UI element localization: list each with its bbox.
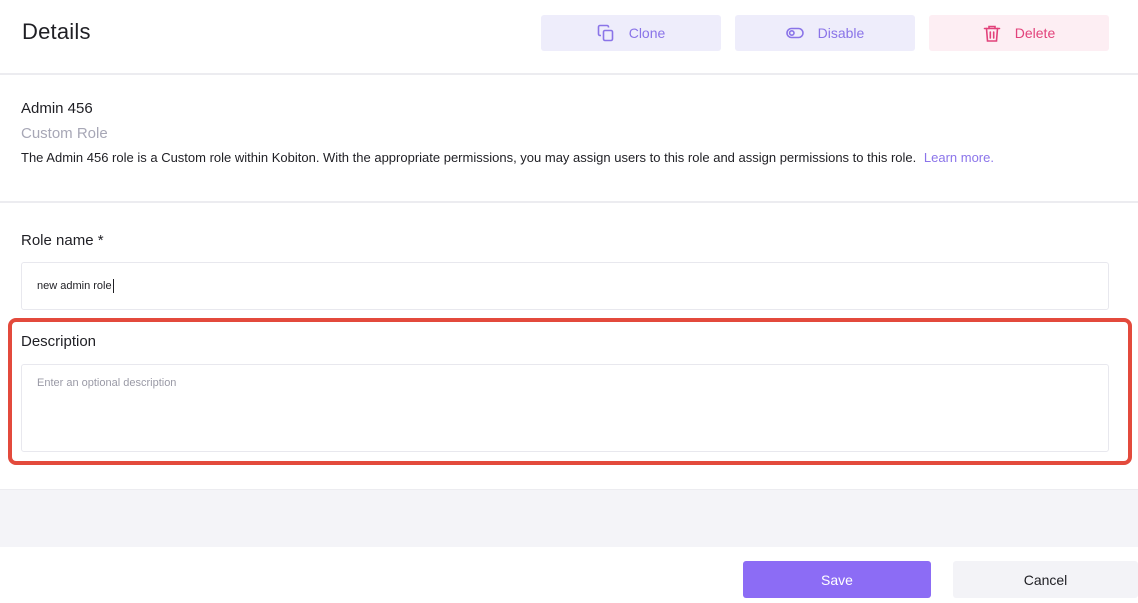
trash-icon (983, 24, 1001, 43)
text-caret (112, 279, 114, 293)
description-textarea[interactable]: Enter an optional description (21, 364, 1109, 452)
role-title: Admin 456 (21, 100, 93, 117)
role-info-section: Admin 456 Custom Role The Admin 456 role… (0, 77, 1138, 203)
toggle-icon (785, 27, 804, 39)
disable-button[interactable]: Disable (735, 15, 915, 51)
role-type: Custom Role (21, 125, 108, 142)
clone-button[interactable]: Clone (541, 15, 721, 51)
page-title: Details (22, 19, 91, 44)
details-header: Details Clone Disable Delete (0, 0, 1138, 75)
clone-label: Clone (628, 25, 666, 41)
role-name-value: new admin role (37, 280, 112, 292)
save-button[interactable]: Save (743, 561, 931, 598)
cancel-button[interactable]: Cancel (953, 561, 1138, 598)
footer-divider-band (0, 489, 1138, 547)
delete-button[interactable]: Delete (929, 15, 1109, 51)
delete-label: Delete (1014, 25, 1056, 41)
learn-more-link[interactable]: Learn more. (924, 150, 994, 165)
role-details-page: Details Clone Disable Delete Admin 456 C… (0, 0, 1138, 603)
disable-label: Disable (817, 25, 865, 41)
clone-icon (597, 24, 615, 42)
description-placeholder: Enter an optional description (37, 377, 177, 389)
role-description-text: The Admin 456 role is a Custom role with… (21, 150, 994, 165)
description-label: Description (21, 333, 97, 350)
role-name-input[interactable]: new admin role (21, 262, 1109, 310)
role-name-label: Role name * (21, 232, 104, 249)
role-description: The Admin 456 role is a Custom role with… (21, 150, 917, 165)
